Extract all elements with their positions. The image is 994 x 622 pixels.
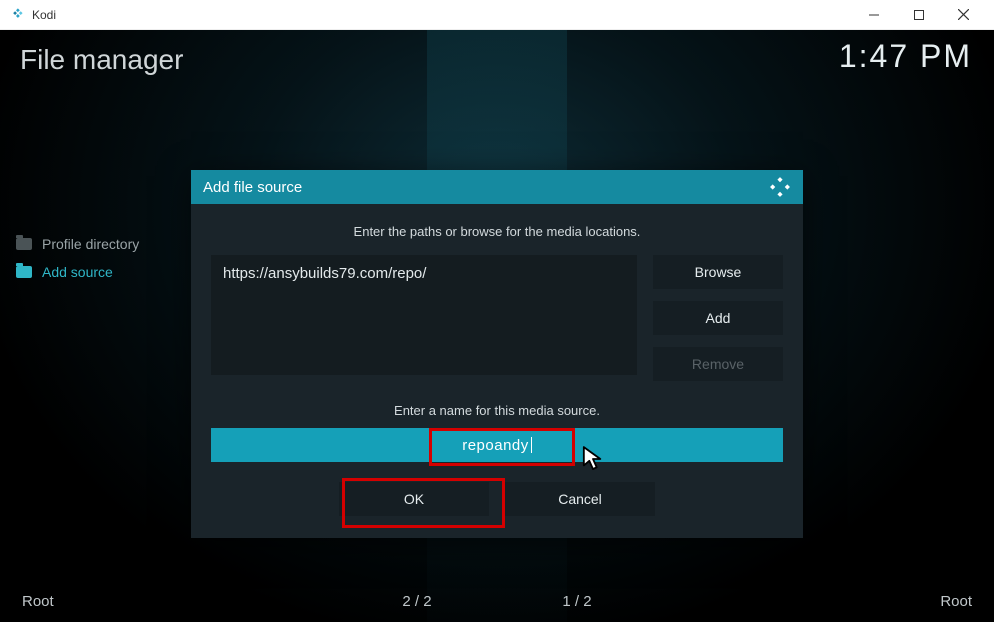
dialog-title: Add file source — [203, 179, 769, 196]
status-right-root: Root — [657, 593, 972, 610]
source-name-value: repoandy — [462, 437, 529, 454]
browse-button[interactable]: Browse — [653, 255, 783, 289]
list-item-add-source[interactable]: Add source — [12, 258, 143, 286]
window-controls — [851, 0, 986, 30]
status-counter-right: 1 / 2 — [497, 593, 657, 610]
list-item-label: Add source — [42, 264, 113, 280]
dialog-instruction-name: Enter a name for this media source. — [211, 403, 783, 418]
list-item-profile-directory[interactable]: Profile directory — [12, 230, 143, 258]
ok-button[interactable]: OK — [339, 482, 489, 516]
folder-icon — [16, 266, 32, 278]
add-file-source-dialog: Add file source Enter the paths or brows… — [191, 170, 803, 538]
path-value: https://ansybuilds79.com/repo/ — [223, 265, 426, 282]
clock: 1:47 PM — [839, 38, 972, 75]
window-titlebar: Kodi — [0, 0, 994, 30]
cancel-button[interactable]: Cancel — [505, 482, 655, 516]
add-button[interactable]: Add — [653, 301, 783, 335]
kodi-logo-icon — [769, 176, 791, 198]
kodi-app: File manager 1:47 PM Profile directory A… — [0, 30, 994, 622]
folder-icon — [16, 238, 32, 250]
status-counter-left: 2 / 2 — [337, 593, 497, 610]
dialog-body: Enter the paths or browse for the media … — [191, 204, 803, 538]
source-name-input[interactable]: repoandy — [211, 428, 783, 462]
left-file-list: Profile directory Add source — [12, 230, 143, 286]
dialog-instruction-paths: Enter the paths or browse for the media … — [211, 224, 783, 239]
remove-button[interactable]: Remove — [653, 347, 783, 381]
minimize-button[interactable] — [851, 0, 896, 30]
maximize-button[interactable] — [896, 0, 941, 30]
kodi-app-icon — [8, 7, 24, 23]
list-item-label: Profile directory — [42, 236, 139, 252]
status-left-root: Root — [22, 593, 337, 610]
status-bar: Root 2 / 2 1 / 2 Root — [0, 593, 994, 610]
close-button[interactable] — [941, 0, 986, 30]
path-input[interactable]: https://ansybuilds79.com/repo/ — [211, 255, 637, 375]
text-caret — [531, 437, 532, 453]
dialog-header: Add file source — [191, 170, 803, 204]
window-title: Kodi — [32, 8, 851, 22]
page-title: File manager — [20, 44, 183, 76]
